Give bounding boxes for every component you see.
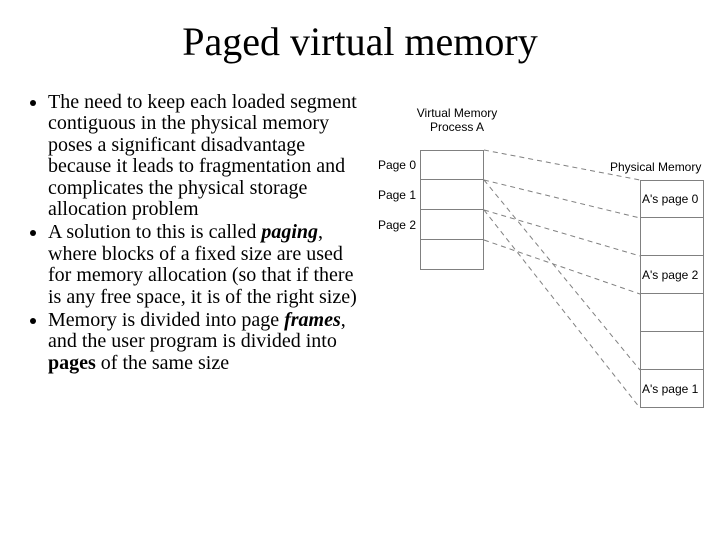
text-bold: frames	[284, 309, 341, 331]
bullet-item: The need to keep each loaded segment con…	[48, 92, 360, 220]
slide: Paged virtual memory The need to keep ea…	[0, 0, 720, 540]
bullet-item: A solution to this is called paging, whe…	[48, 222, 360, 308]
body-text: The need to keep each loaded segment con…	[30, 92, 360, 376]
bullet-list: The need to keep each loaded segment con…	[30, 92, 360, 374]
text-run: A solution to this is called	[48, 221, 261, 243]
text-run: The need to keep each loaded segment con…	[48, 91, 357, 220]
bullet-item: Memory is divided into page frames, and …	[48, 310, 360, 374]
text-run: Memory is divided into page	[48, 309, 284, 331]
map-line	[484, 210, 640, 256]
map-line	[484, 150, 640, 180]
slide-title: Paged virtual memory	[0, 18, 720, 65]
text-bold: pages	[48, 352, 96, 374]
text-bold: paging	[261, 221, 318, 243]
memory-diagram: Virtual Memory Process A Physical Memory…	[370, 98, 710, 468]
map-line	[484, 240, 640, 294]
map-line	[484, 180, 640, 370]
map-line	[484, 210, 640, 408]
mapping-lines	[370, 98, 710, 468]
text-run: of the same size	[96, 352, 229, 374]
map-line	[484, 180, 640, 218]
